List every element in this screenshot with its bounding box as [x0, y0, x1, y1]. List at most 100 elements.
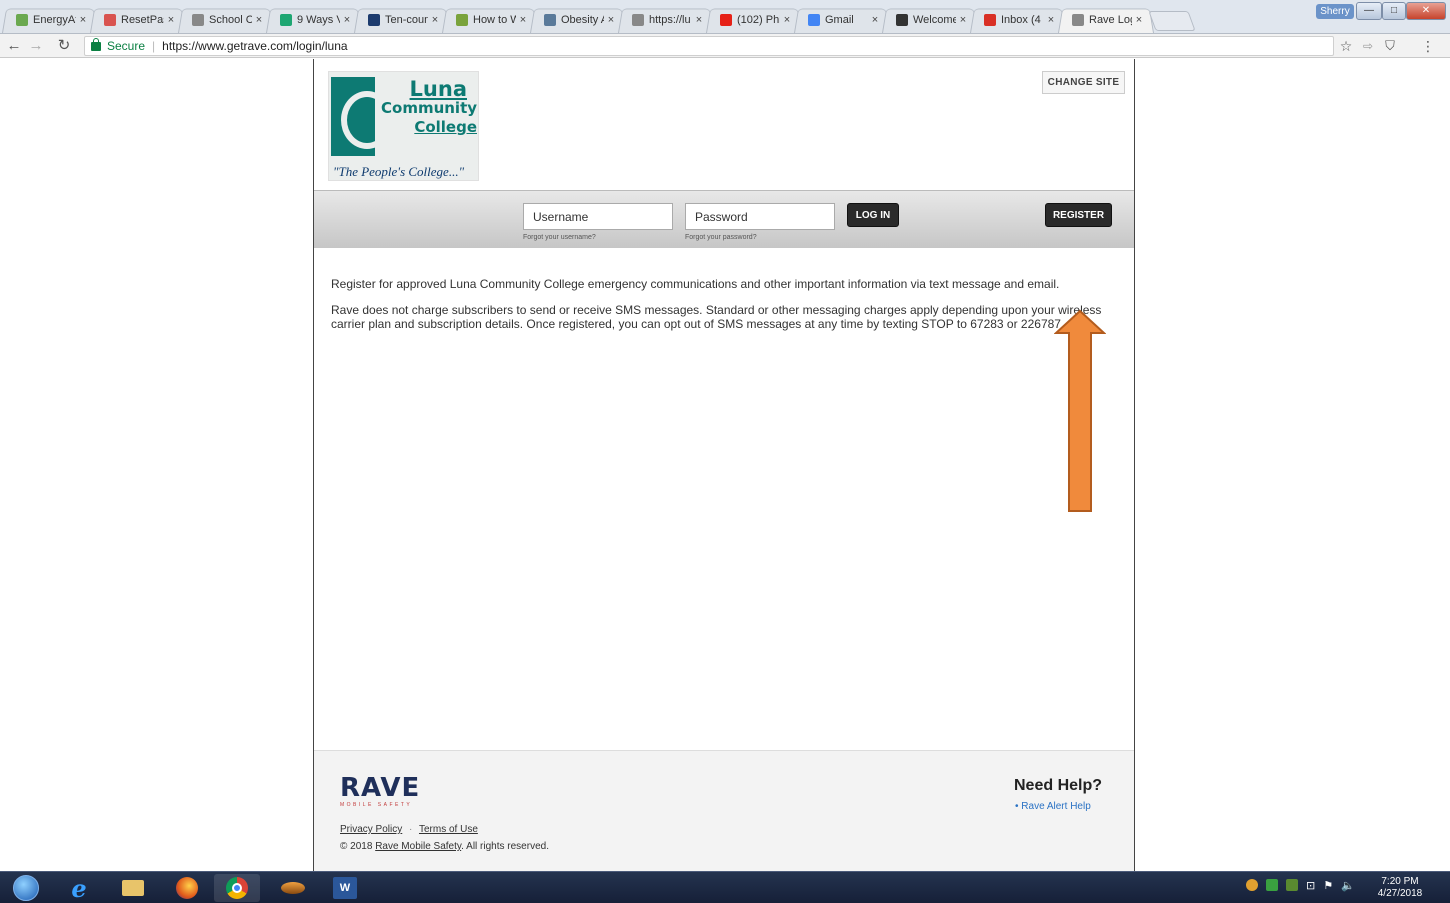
rave-alert-help-label: Rave Alert Help: [1021, 801, 1091, 812]
browser-tab[interactable]: Rave Log ×: [1058, 6, 1154, 34]
tab-close-icon[interactable]: ×: [1132, 14, 1146, 26]
tray-power-icon[interactable]: [1286, 879, 1298, 891]
browser-tab[interactable]: Welcome ×: [882, 6, 978, 34]
forward-arrow-icon[interactable]: →: [26, 36, 46, 56]
window-maximize-button[interactable]: □: [1382, 2, 1406, 20]
browser-tab[interactable]: How to W ×: [442, 6, 538, 34]
rave-mobile-safety-link[interactable]: Rave Mobile Safety: [375, 841, 461, 852]
favicon-icon: [544, 13, 556, 26]
taskbar-chrome[interactable]: [214, 874, 260, 902]
shield-extension-icon[interactable]: ⛉: [1380, 36, 1400, 56]
cast-icon[interactable]: ⇨: [1358, 36, 1378, 56]
username-input[interactable]: Username: [523, 203, 673, 230]
tab-content: EnergyAt ×: [2, 6, 98, 33]
tab-content: School Co×: [178, 6, 274, 33]
page-footer: RAVE MOBILE SAFETY Privacy Policy · Term…: [314, 750, 1134, 871]
taskbar-file-explorer[interactable]: [110, 874, 156, 902]
taskbar-word[interactable]: W: [322, 874, 368, 902]
internet-explorer-icon: e: [71, 873, 87, 903]
tab-close-icon[interactable]: ×: [252, 14, 266, 26]
start-button[interactable]: [6, 874, 46, 902]
disk-app-icon: [281, 882, 305, 894]
tab-close-icon[interactable]: ×: [76, 14, 90, 26]
tab-content: Gmail ×: [794, 6, 890, 33]
tray-volume-icon[interactable]: 🔈: [1341, 879, 1355, 892]
tray-flag-icon[interactable]: ⚑: [1323, 879, 1333, 892]
tab-content: How to W ×: [442, 6, 538, 33]
browser-tab[interactable]: https://lu ×: [618, 6, 714, 34]
lock-icon: [91, 37, 101, 51]
privacy-policy-link[interactable]: Privacy Policy: [340, 824, 402, 835]
browser-tab[interactable]: Gmail ×: [794, 6, 890, 34]
tab-content: Inbox (4 ×: [970, 6, 1066, 33]
forgot-password-link[interactable]: Forgot your password?: [685, 234, 757, 241]
logo-tagline: "The People's College...": [333, 164, 465, 179]
favicon-icon: [16, 13, 28, 26]
tab-content: (102) Phi ×: [706, 6, 802, 33]
register-button[interactable]: REGISTER: [1045, 203, 1112, 227]
browser-tab[interactable]: 9 Ways V ×: [266, 6, 362, 34]
change-site-button[interactable]: CHANGE SITE: [1042, 71, 1125, 94]
browser-tab[interactable]: Inbox (4 ×: [970, 6, 1066, 34]
forgot-username-link[interactable]: Forgot your username?: [523, 234, 596, 241]
tab-close-icon[interactable]: ×: [692, 14, 706, 26]
tab-content: ResetPass×: [90, 6, 186, 33]
window-user-badge[interactable]: Sherry: [1316, 4, 1354, 19]
browser-tab[interactable]: ResetPass×: [90, 6, 186, 34]
tab-close-icon[interactable]: ×: [604, 14, 618, 26]
tab-close-icon[interactable]: ×: [164, 14, 178, 26]
browser-tab[interactable]: Ten-coun ×: [354, 6, 450, 34]
sms-charges-paragraph: Rave does not charge subscribers to send…: [331, 303, 1121, 331]
address-bar[interactable]: Secure | https://www.getrave.com/login/l…: [84, 36, 1334, 56]
browser-tab[interactable]: School Co×: [178, 6, 274, 34]
tab-close-icon[interactable]: ×: [340, 14, 354, 26]
tab-title: How to W: [473, 13, 516, 26]
rave-alert-help-link[interactable]: • Rave Alert Help: [1015, 801, 1091, 812]
terms-of-use-link[interactable]: Terms of Use: [419, 824, 478, 835]
tab-close-icon[interactable]: ×: [428, 14, 442, 26]
tab-close-icon[interactable]: ×: [516, 14, 530, 26]
tab-close-icon[interactable]: ×: [868, 14, 882, 26]
registration-paragraph: Register for approved Luna Community Col…: [331, 277, 1060, 291]
rave-wordmark: RAVE: [340, 773, 421, 803]
system-tray: ⊡ ⚑ 🔈: [1246, 879, 1355, 892]
favicon-icon: [280, 13, 292, 26]
tab-content: https://lu ×: [618, 6, 714, 33]
tab-title: Gmail: [825, 13, 854, 26]
bookmark-star-icon[interactable]: ☆: [1336, 36, 1356, 56]
taskbar-internet-explorer[interactable]: e: [56, 873, 102, 903]
window-minimize-button[interactable]: —: [1356, 2, 1382, 20]
browser-tab[interactable]: EnergyAt ×: [2, 6, 98, 34]
password-input[interactable]: Password: [685, 203, 835, 230]
legal-links: Privacy Policy · Terms of Use: [340, 824, 478, 835]
window-close-button[interactable]: ✕: [1406, 2, 1446, 20]
windows-orb-icon: [13, 875, 39, 901]
copyright: © 2018 Rave Mobile Safety. All rights re…: [340, 841, 549, 852]
tray-network-icon[interactable]: ⊡: [1306, 879, 1315, 892]
windows-taskbar: e W ⊡ ⚑ 🔈 7:20 PM 4/27/2018: [0, 871, 1450, 903]
taskbar-firefox[interactable]: [164, 874, 210, 902]
tab-title: School Co: [209, 13, 252, 26]
taskbar-disk-app[interactable]: [270, 874, 316, 902]
luna-college-logo: Luna Community College "The People's Col…: [328, 71, 479, 181]
tray-app-icon[interactable]: [1246, 879, 1258, 891]
back-arrow-icon[interactable]: ←: [4, 36, 24, 56]
browser-tab[interactable]: (102) Phi ×: [706, 6, 802, 34]
tab-title: EnergyAt: [33, 13, 76, 26]
tab-close-icon[interactable]: ×: [956, 14, 970, 26]
rave-login-page: Luna Community College "The People's Col…: [313, 59, 1135, 871]
browser-tab-strip: EnergyAt×ResetPass×School Co×9 Ways V×Te…: [0, 0, 1450, 34]
reload-icon[interactable]: ↻: [54, 36, 74, 56]
menu-kebab-icon[interactable]: ⋮: [1418, 36, 1438, 56]
taskbar-clock[interactable]: 7:20 PM 4/27/2018: [1370, 876, 1430, 900]
folder-icon: [122, 880, 144, 896]
logo-wordmark: Luna Community College: [381, 79, 477, 137]
login-button[interactable]: LOG IN: [847, 203, 899, 227]
favicon-icon: [808, 13, 820, 26]
tab-close-icon[interactable]: ×: [780, 14, 794, 26]
tab-close-icon[interactable]: ×: [1044, 14, 1058, 26]
tab-content: Ten-coun ×: [354, 6, 450, 33]
tray-security-icon[interactable]: [1266, 879, 1278, 891]
browser-tab[interactable]: Obesity A ×: [530, 6, 626, 34]
new-tab-button[interactable]: [1148, 11, 1196, 31]
